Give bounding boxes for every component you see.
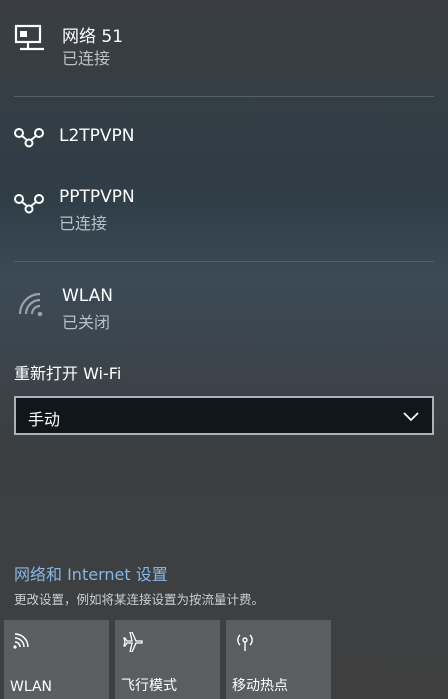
network-name: 网络 51 [62,27,124,47]
settings-hint: 更改设置，例如将某连接设置为按流量计费。 [14,592,265,607]
airplane-icon [123,631,145,656]
tile-label: 移动热点 [232,678,288,694]
divider [14,96,434,97]
network-status: 已关闭 [62,313,111,332]
network-status: 已连接 [62,49,111,68]
network-name: PPTPVPN [59,187,135,207]
network-item-wlan[interactable]: WLAN 已关闭 [0,280,448,336]
ethernet-icon [14,24,48,52]
network-internet-settings-link[interactable]: 网络和 Internet 设置 [14,561,168,585]
network-status: 已连接 [59,214,108,233]
wifi-icon [12,632,32,654]
wifi-reenable-select[interactable]: 手动 [14,396,434,435]
network-item-ethernet[interactable]: 网络 51 已连接 [0,14,448,74]
wifi-reenable-value: 手动 [28,410,61,429]
wifi-icon [16,290,46,318]
quick-action-airplane[interactable]: 飞行模式 [115,620,220,699]
network-item-l2tpvpn[interactable]: L2TPVPN [0,116,448,156]
vpn-icon [13,126,45,148]
divider [14,261,434,262]
quick-action-hotspot[interactable]: 移动热点 [226,620,331,699]
network-item-pptpvpn[interactable]: PPTPVPN 已连接 [0,180,448,240]
network-name: L2TPVPN [59,126,135,146]
chevron-down-icon [402,408,420,427]
vpn-icon [13,192,45,214]
tile-label: WLAN [10,679,53,695]
wifi-reenable-label: 重新打开 Wi-Fi [14,364,122,383]
network-name: WLAN [62,286,114,306]
tile-label: 飞行模式 [121,678,177,694]
hotspot-icon [234,632,256,656]
quick-action-wlan[interactable]: WLAN [4,620,109,699]
